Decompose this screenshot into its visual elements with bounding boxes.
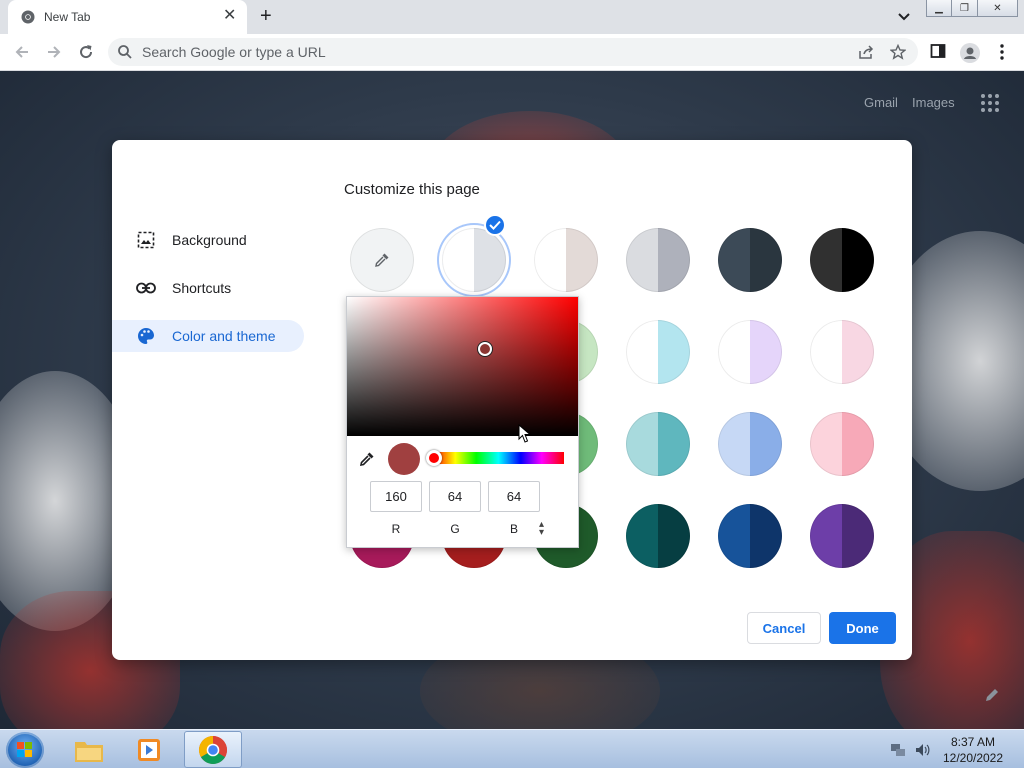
window-controls: ▁ ❐ ✕ [926,0,1018,18]
red-value-input[interactable] [370,481,422,512]
forward-arrow-icon [48,46,61,58]
images-link[interactable]: Images [912,95,955,110]
theme-swatch-slate[interactable] [718,228,782,292]
search-icon [118,45,132,59]
saturation-value-handle[interactable] [478,342,492,356]
back-arrow-icon [15,46,28,58]
theme-swatch-warm-grey[interactable] [534,228,598,292]
theme-swatch-default[interactable] [442,228,506,292]
chrome-icon [21,10,35,24]
tab-strip: New Tab ✕ + ▁ ❐ ✕ [0,0,1024,34]
share-icon[interactable] [858,45,874,59]
theme-swatch-aqua[interactable] [626,412,690,476]
minimize-button[interactable]: ▁ [926,0,952,17]
clock-date: 12/20/2022 [942,751,1004,765]
selected-check-icon [484,214,506,236]
theme-swatch-purple[interactable] [810,504,874,568]
windows-logo-icon [17,742,32,757]
taskbar-chrome[interactable] [184,731,242,768]
theme-swatch-lavender-light[interactable] [718,320,782,384]
theme-swatch-rose[interactable] [810,412,874,476]
windows-taskbar: 8:37 AM 12/20/2022 [0,729,1024,768]
nav-label: Background [172,232,247,248]
mouse-cursor-icon [518,424,532,443]
browser-toolbar [0,34,1024,71]
hue-slider[interactable] [433,452,564,464]
pencil-icon[interactable] [984,687,1000,703]
address-input[interactable] [142,42,822,62]
eyedropper-icon[interactable] [359,451,375,467]
start-button[interactable] [6,732,44,768]
volume-icon[interactable] [914,742,930,758]
done-button[interactable]: Done [829,612,896,644]
current-color-preview [388,443,420,475]
nav-label: Shortcuts [172,280,232,296]
system-clock[interactable]: 8:37 AM 12/20/2022 [940,734,1006,766]
green-label: G [450,522,460,536]
theme-swatch-pink-light[interactable] [810,320,874,384]
format-toggle-arrows-icon[interactable]: ▴ ▾ [539,520,544,538]
reload-icon [80,45,93,59]
back-button[interactable] [12,42,32,62]
google-apps-icon[interactable] [981,94,999,112]
blue-label: B [509,522,518,536]
tab-title: New Tab [44,10,91,24]
bookmark-star-icon[interactable] [890,44,906,60]
chrome-icon [199,735,227,764]
color-picker-popup: R G B ▴▾ [346,296,579,548]
close-tab-icon[interactable]: ✕ [223,8,236,24]
cancel-button[interactable]: Cancel [747,612,821,644]
nav-item-shortcuts[interactable]: Shortcuts [112,272,304,304]
saturation-value-area[interactable] [347,297,578,436]
hue-slider-handle[interactable] [426,450,442,466]
restore-button[interactable]: ❐ [952,0,978,17]
red-label: R [391,522,401,536]
taskbar-explorer[interactable] [60,731,118,768]
close-window-button[interactable]: ✕ [978,0,1018,17]
forward-button[interactable] [44,42,64,62]
eyedropper-icon [375,253,389,267]
tab-new-tab[interactable]: New Tab ✕ [8,0,247,34]
side-panel-icon[interactable] [930,43,946,59]
link-icon [136,279,156,297]
profile-avatar-icon[interactable] [960,43,980,63]
nav-label: Color and theme [172,328,276,344]
image-icon [136,231,156,249]
folder-icon [75,741,103,762]
reload-button[interactable] [76,42,96,62]
theme-swatch-aqua-light[interactable] [626,320,690,384]
nav-item-color-and-theme[interactable]: Color and theme [112,320,304,352]
theme-swatch-custom[interactable] [350,228,414,292]
theme-swatch-periwinkle[interactable] [718,412,782,476]
theme-swatch-cool-grey[interactable] [626,228,690,292]
network-icon[interactable] [890,742,906,758]
gmail-link[interactable]: Gmail [864,95,898,110]
menu-kebab-icon[interactable] [996,43,1008,61]
omnibox[interactable] [108,38,918,66]
palette-icon [136,327,156,345]
new-tab-button[interactable]: + [260,6,272,26]
green-value-input[interactable] [429,481,481,512]
media-player-icon [138,738,160,761]
theme-swatch-navy[interactable] [718,504,782,568]
taskbar-media-player[interactable] [120,731,178,768]
blue-value-input[interactable] [488,481,540,512]
theme-swatch-teal-dark[interactable] [626,504,690,568]
dialog-title: Customize this page [344,181,480,198]
chevron-down-icon[interactable] [896,10,912,24]
theme-swatch-black[interactable] [810,228,874,292]
clock-time: 8:37 AM [950,735,996,749]
nav-item-background[interactable]: Background [112,224,304,256]
